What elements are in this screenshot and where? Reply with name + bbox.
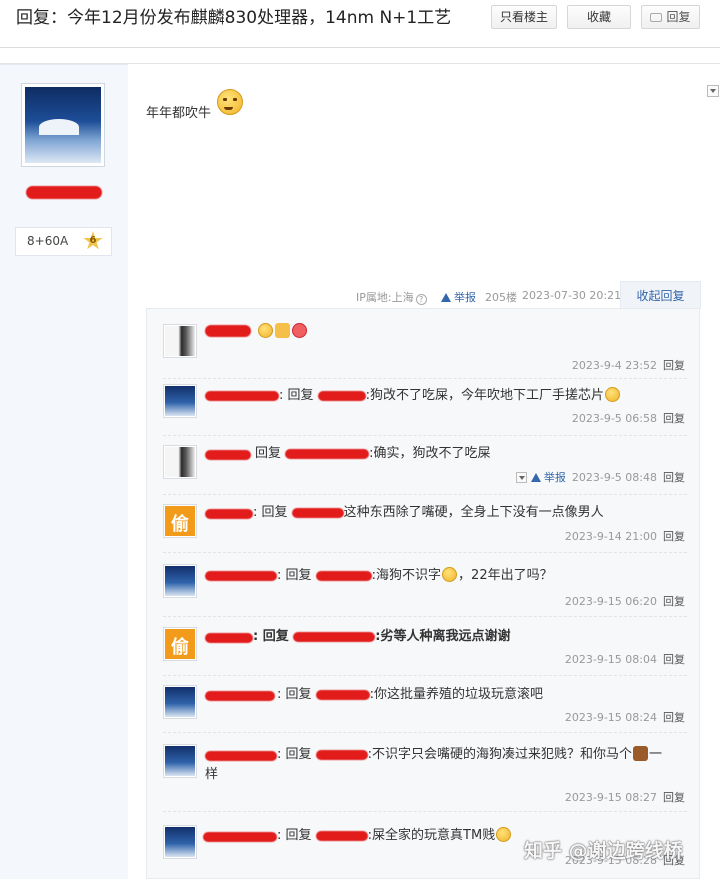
reply-body: : 回复 :劣等人种离我远点谢谢	[253, 629, 511, 644]
username-redacted[interactable]	[205, 571, 277, 581]
post-time: 2023-07-30 20:21	[522, 289, 622, 302]
list-item: 2023-9-4 23:52 回复	[163, 319, 687, 379]
avatar[interactable]: 偷	[163, 504, 197, 538]
username-redacted[interactable]	[205, 391, 279, 401]
list-item: : 回复 :狗改不了吃屎，今年吹地下工厂手搓芯片 2023-9-5 06:58 回…	[163, 379, 687, 436]
list-item: : 回复 :你这批量养殖的垃圾玩意滚吧 2023-9-15 08:24 回复	[163, 676, 687, 733]
reply-body: : 回复 这种东西除了嘴硬，全身上下没有一点像男人	[253, 505, 604, 520]
floor-number: 205楼	[485, 291, 517, 304]
avatar[interactable]	[163, 384, 197, 418]
author-avatar[interactable]	[21, 83, 105, 167]
reply-action[interactable]: 回复	[663, 412, 685, 425]
username-redacted[interactable]	[205, 325, 251, 337]
avatar[interactable]: 偷	[163, 627, 197, 661]
thread-title: 回复：今年12月份发布麒麟830处理器，14nm N+1工艺	[16, 8, 452, 28]
watermark: 知乎 @谢边跨线桥	[524, 840, 683, 862]
post-text: 年年都吹牛	[146, 106, 212, 121]
help-icon[interactable]: ?	[415, 294, 427, 305]
angry-emoji-icon	[217, 89, 243, 115]
horse-emoji-icon	[633, 746, 649, 761]
only-host-button[interactable]: 只看楼主	[491, 5, 557, 29]
list-item: : 回复 :海狗不识字 ，22年出了吗？ 2023-9-15 06:20 回复	[163, 553, 687, 617]
list-item: 回复 :确实，狗改不了吃屎 举报 2023-9-5 08:48 回复	[163, 436, 687, 495]
username-redacted[interactable]	[205, 691, 275, 701]
reply-meta: 2023-9-15 08:27 回复	[565, 789, 685, 805]
thread-header: 回复：今年12月份发布麒麟830处理器，14nm N+1工艺 只看楼主 收藏 回…	[0, 0, 720, 48]
emoji-icon	[442, 567, 458, 582]
reply-time: 2023-9-4 23:52	[571, 359, 657, 372]
avatar[interactable]	[163, 564, 197, 598]
reply-meta: 2023-9-15 06:20 回复	[565, 593, 685, 609]
reply-body: : 回复 :狗改不了吃屎，今年吹地下工厂手搓芯片	[279, 386, 621, 406]
post-body: 年年都吹牛	[146, 102, 211, 121]
hand-emoji-icon	[275, 323, 290, 338]
reply-action[interactable]: 回复	[663, 471, 685, 484]
reply-meta: 2023-9-14 21:00 回复	[565, 528, 685, 544]
reply-button-label: 回复	[666, 10, 691, 24]
ip-location: IP属地:上海?	[356, 289, 427, 305]
reply-time: 2023-9-5 06:58	[571, 412, 657, 425]
reply-body-wrap: 样	[205, 767, 219, 782]
author-level-text: 8+60A	[27, 234, 69, 248]
emoji-icon	[496, 827, 512, 842]
reply-body: : 回复 :你这批量养殖的垃圾玩意滚吧	[277, 687, 544, 702]
warning-icon	[441, 293, 451, 302]
author-name-redacted[interactable]	[26, 186, 102, 199]
reply-action[interactable]: 回复	[663, 595, 685, 608]
pig-emoji-icon	[292, 323, 307, 338]
level-star-icon: 6	[83, 231, 103, 250]
reply-time: 2023-9-15 08:04	[564, 653, 657, 666]
warning-icon	[530, 473, 541, 482]
reply-meta: 2023-9-15 08:04 回复	[565, 651, 685, 667]
reply-body: : 回复 :不识字只会嘴硬的海狗凑过来犯贱？和你马个一	[277, 746, 663, 762]
reply-meta: 举报 2023-9-5 08:48 回复	[515, 469, 685, 485]
avatar[interactable]	[163, 744, 197, 778]
username-redacted[interactable]	[203, 832, 277, 842]
username-redacted[interactable]	[205, 633, 253, 643]
reply-menu-dropdown[interactable]	[515, 472, 527, 483]
reply-meta: 2023-9-4 23:52 回复	[572, 357, 685, 373]
reply-action[interactable]: 回复	[663, 791, 685, 804]
avatar[interactable]	[163, 685, 197, 719]
list-item: : 回复 :不识字只会嘴硬的海狗凑过来犯贱？和你马个一 样 2023-9-15 …	[163, 733, 687, 812]
collapse-replies-button[interactable]: 收起回复	[620, 281, 701, 309]
avatar[interactable]	[163, 825, 197, 859]
list-item: 偷 : 回复 :劣等人种离我远点谢谢 2023-9-15 08:04 回复	[163, 617, 687, 676]
avatar[interactable]	[163, 324, 197, 358]
report-link[interactable]: 举报	[530, 471, 566, 484]
reply-action[interactable]: 回复	[663, 359, 685, 372]
sub-replies-panel: 2023-9-4 23:52 回复 : 回复 :狗改不了吃屎，今年吹地下工厂手搓芯…	[146, 308, 700, 879]
post-menu-dropdown[interactable]	[707, 85, 719, 97]
reply-action[interactable]: 回复	[663, 653, 685, 666]
reply-icon	[650, 13, 663, 22]
author-level-box: 8+60A 6	[15, 227, 112, 256]
reply-time: 2023-9-15 08:27	[564, 791, 657, 804]
username-redacted[interactable]	[205, 450, 251, 460]
avatar[interactable]	[163, 445, 197, 479]
username-redacted[interactable]	[205, 509, 253, 519]
reply-time: 2023-9-15 06:20	[564, 595, 657, 608]
username-redacted[interactable]	[205, 751, 277, 761]
reply-time: 2023-9-14 21:00	[564, 530, 657, 543]
reply-meta: 2023-9-15 08:24 回复	[565, 709, 685, 725]
reply-action[interactable]: 回复	[663, 711, 685, 724]
reply-body: : 回复 :屎全家的玩意真TM贱	[277, 826, 512, 846]
reply-body: 回复 :确实，狗改不了吃屎	[255, 446, 491, 461]
list-item: 偷 : 回复 这种东西除了嘴硬，全身上下没有一点像男人 2023-9-14 21…	[163, 495, 687, 553]
reply-time: 2023-9-15 08:24	[564, 711, 657, 724]
reply-body: : 回复 :海狗不识字 ，22年出了吗？	[277, 567, 553, 583]
emoji-icon	[605, 387, 621, 402]
reply-time: 2023-9-5 08:48	[571, 471, 657, 484]
reply-button[interactable]: 回复	[641, 5, 700, 29]
laugh-emoji-icon	[258, 323, 273, 338]
reply-body	[257, 322, 308, 342]
favorite-button[interactable]: 收藏	[567, 5, 631, 29]
report-link[interactable]: 举报	[441, 289, 476, 305]
reply-meta: 2023-9-5 06:58 回复	[572, 410, 685, 426]
reply-action[interactable]: 回复	[663, 530, 685, 543]
